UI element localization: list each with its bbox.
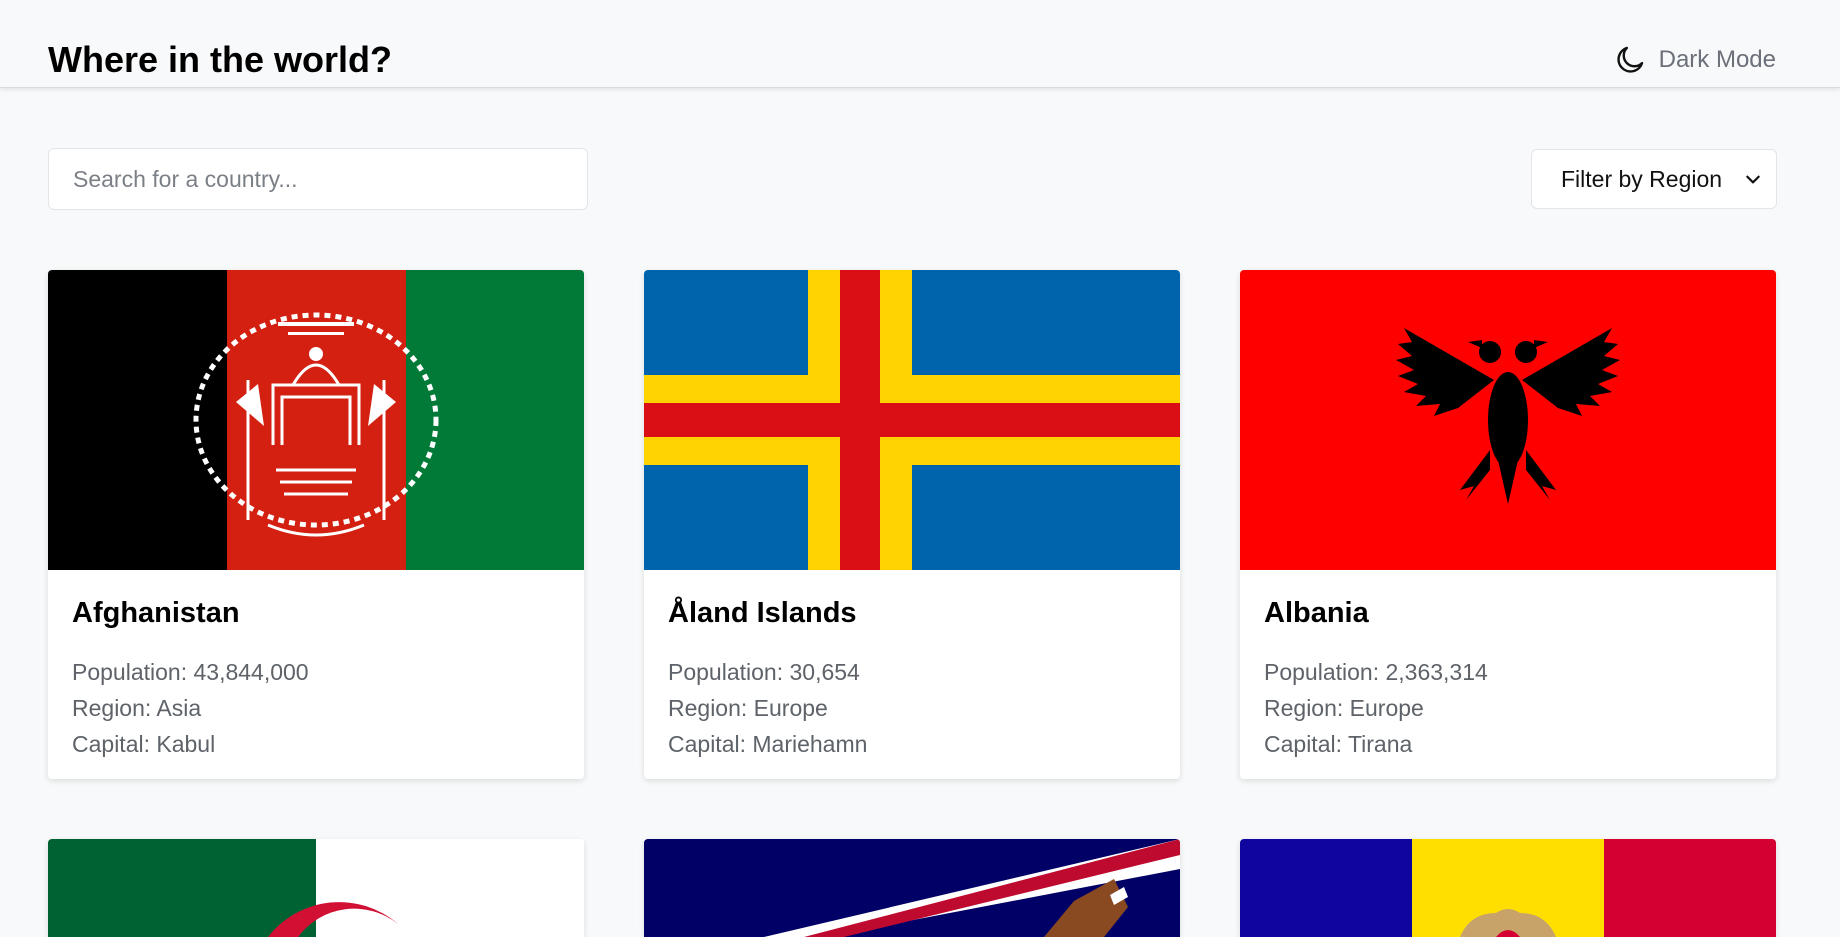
flag-aland-islands bbox=[644, 270, 1180, 570]
flag-andorra bbox=[1240, 839, 1776, 937]
moon-icon bbox=[1617, 46, 1643, 73]
flag-algeria bbox=[48, 839, 584, 937]
country-card-albania[interactable]: Albania Population: 2,363,314 Region: Eu… bbox=[1240, 270, 1776, 779]
country-region: Region: Europe bbox=[668, 695, 828, 721]
region-filter-select[interactable]: Filter by Region bbox=[1531, 149, 1777, 209]
country-region: Region: Asia bbox=[72, 695, 202, 721]
country-info: Population: 30,654 Region: Europe Capita… bbox=[668, 654, 867, 762]
country-region: Region: Europe bbox=[1264, 695, 1424, 721]
chevron-down-icon bbox=[1746, 175, 1760, 184]
country-card-aland-islands[interactable]: Åland Islands Population: 30,654 Region:… bbox=[644, 270, 1180, 779]
page-title: Where in the world? bbox=[48, 39, 393, 80]
flag-american-samoa bbox=[644, 839, 1180, 937]
country-card-andorra[interactable] bbox=[1240, 839, 1776, 937]
country-info: Population: 2,363,314 Region: Europe Cap… bbox=[1264, 654, 1488, 762]
country-population: Population: 2,363,314 bbox=[1264, 659, 1488, 685]
country-capital: Capital: Kabul bbox=[72, 731, 216, 757]
country-card-algeria[interactable] bbox=[48, 839, 584, 937]
flag-albania bbox=[1240, 270, 1776, 570]
country-card-american-samoa[interactable] bbox=[644, 839, 1180, 937]
country-name: Albania bbox=[1264, 597, 1369, 629]
flag-afghanistan bbox=[48, 270, 584, 570]
dark-mode-toggle[interactable]: Dark Mode bbox=[1613, 40, 1776, 80]
country-info: Population: 43,844,000 Region: Asia Capi… bbox=[72, 654, 309, 762]
country-capital: Capital: Mariehamn bbox=[668, 731, 868, 757]
country-capital: Capital: Tirana bbox=[1264, 731, 1413, 757]
country-name: Åland Islands bbox=[668, 597, 857, 629]
country-population: Population: 43,844,000 bbox=[72, 659, 309, 685]
region-filter-label: Filter by Region bbox=[1561, 165, 1723, 192]
country-population: Population: 30,654 bbox=[668, 659, 860, 685]
header-bar: Where in the world? Dark Mode bbox=[0, 0, 1840, 88]
country-card-afghanistan[interactable]: Afghanistan Population: 43,844,000 Regio… bbox=[48, 270, 584, 779]
dark-mode-label: Dark Mode bbox=[1658, 46, 1776, 73]
search-input[interactable] bbox=[48, 148, 588, 210]
country-name: Afghanistan bbox=[72, 597, 240, 629]
